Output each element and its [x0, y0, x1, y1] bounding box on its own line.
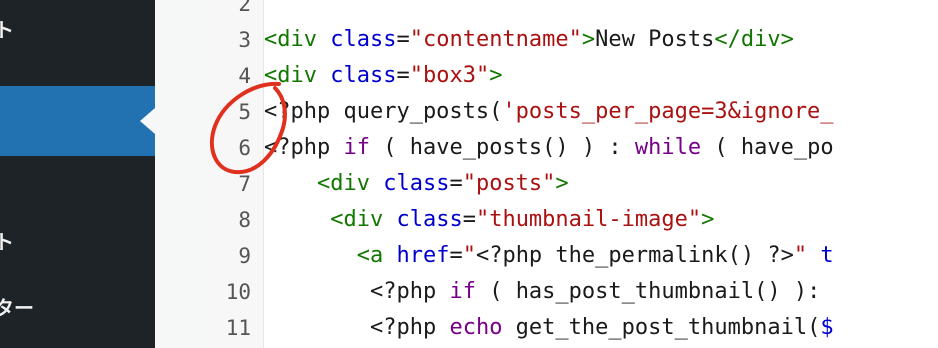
code-line: <?php echo get_the_post_thumbnail($: [264, 310, 834, 346]
code-token: 'posts_per_page=3&ignore_: [502, 99, 834, 124]
code-token: <div: [316, 171, 370, 196]
code-token: <a: [356, 243, 384, 268]
code-token: New Posts: [595, 27, 715, 52]
code-token: =: [449, 243, 463, 268]
code-token: if: [343, 135, 370, 160]
line-number: 8: [238, 208, 251, 232]
line-number-gutter: 2 3 4 5 6 7 8 9 10 11: [201, 0, 264, 348]
code-line: <?php query_posts('posts_per_page=3&igno…: [264, 94, 834, 130]
code-token: class: [330, 27, 397, 52]
code-token: =: [396, 27, 410, 52]
code-token: echo: [449, 315, 503, 340]
code-token: ": [793, 243, 808, 268]
line-number: 5: [238, 100, 251, 124]
code-token: <?php: [369, 315, 450, 340]
sidebar-item[interactable]: ト: [0, 14, 155, 50]
code-token: ( have_po: [701, 135, 834, 160]
line-number: 3: [238, 28, 251, 52]
code-token: <div: [264, 63, 317, 88]
line-number: 10: [225, 280, 251, 304]
code-line: <div class="contentname">New Posts</div>: [264, 22, 794, 58]
code-token: <div: [330, 207, 384, 232]
code-token: <?php: [369, 279, 450, 304]
admin-sidebar: ト ト ター: [0, 0, 155, 348]
code-token: <div: [264, 27, 317, 52]
code-token: class: [396, 207, 463, 232]
code-token: ": [462, 243, 476, 268]
code-token: <?php query_posts(: [264, 99, 503, 124]
active-menu-arrow: [140, 108, 155, 134]
sidebar-item-active[interactable]: [0, 86, 155, 156]
code-token: =: [396, 63, 410, 88]
code-line: <div class="thumbnail-image">: [264, 202, 714, 238]
code-token: ( have_posts() ) :: [369, 135, 635, 160]
code-token: <?php the_permalink() ?>: [475, 243, 794, 268]
code-token: class: [383, 171, 450, 196]
line-number: 2: [238, 0, 251, 16]
code-token: =: [449, 171, 463, 196]
sidebar-item[interactable]: ター: [0, 292, 155, 328]
code-line: <a href="<?php the_permalink() ?>" t: [264, 238, 834, 274]
line-number: 9: [238, 244, 251, 268]
code-token: while: [634, 135, 702, 160]
code-token: </div>: [714, 27, 794, 52]
code-token: "box3": [409, 63, 490, 88]
line-number: 7: [238, 172, 251, 196]
sidebar-item-label: ター: [0, 296, 34, 320]
code-token: class: [330, 63, 397, 88]
code-token: href: [396, 243, 450, 268]
sidebar-item-label: ト: [0, 18, 14, 42]
code-line: <?php if ( have_posts() ) : while ( have…: [264, 130, 834, 166]
code-token: ( has_post_thumbnail() ):: [475, 279, 821, 304]
line-number: 4: [238, 64, 251, 88]
code-token: >: [581, 27, 596, 52]
code-token: "posts": [462, 171, 556, 196]
code-token: if: [449, 279, 476, 304]
code-token: "contentname": [409, 27, 582, 52]
code-token: =: [462, 207, 476, 232]
code-editor[interactable]: <div class="contentname">New Posts</div>…: [264, 0, 938, 348]
sidebar-item[interactable]: ト: [0, 226, 155, 262]
line-number: 6: [238, 136, 251, 160]
code-line: <?php if ( has_post_thumbnail() ):: [264, 274, 820, 310]
code-line: <div class="box3">: [264, 58, 502, 94]
code-token: t: [820, 243, 834, 268]
code-token: "thumbnail-image": [475, 207, 702, 232]
code-token: $: [820, 315, 834, 340]
code-token: >: [701, 207, 715, 232]
line-number: 11: [225, 316, 251, 340]
code-token: >: [489, 63, 503, 88]
code-token: <?php: [264, 135, 344, 160]
code-token: >: [555, 171, 569, 196]
code-line: <div class="posts">: [264, 166, 569, 202]
code-token: get_the_post_thumbnail(: [502, 315, 821, 340]
sidebar-item-label: ト: [0, 230, 14, 254]
